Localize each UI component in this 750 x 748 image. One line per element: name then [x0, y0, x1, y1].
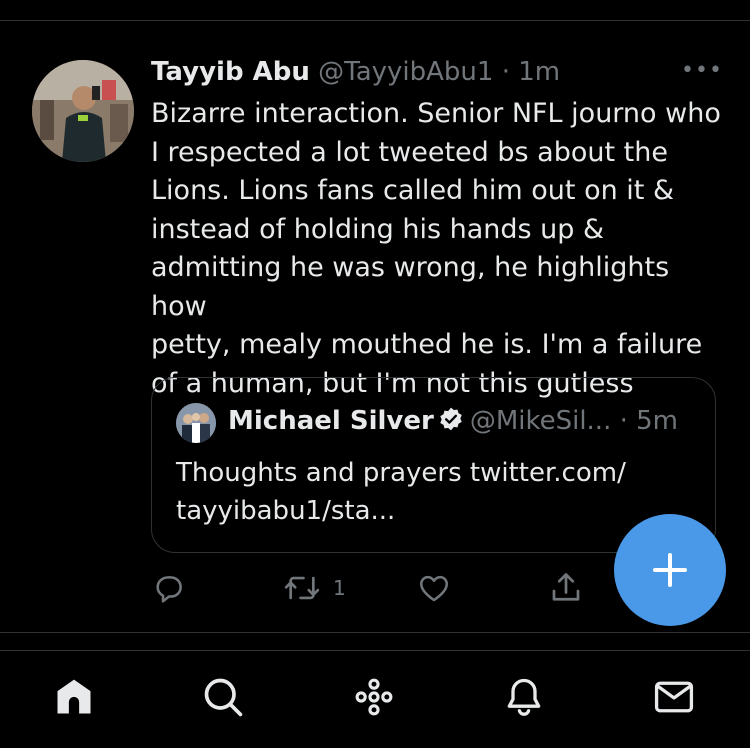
tweet-text-line: admitting he was wrong, he highlights ho…	[151, 252, 670, 322]
quote-text-line: Thoughts and prayers twitter.com/	[176, 458, 626, 488]
tweet-text-line: I respected a lot tweeted bs about the	[151, 136, 668, 168]
feed-divider	[0, 632, 750, 633]
nav-home[interactable]	[52, 675, 96, 719]
quote-header: Michael Silver @MikeSil... · 5m	[228, 406, 678, 439]
nav-divider	[0, 650, 750, 651]
quote-author-name: Michael Silver	[228, 406, 434, 436]
author-name[interactable]: Tayyib Abu	[151, 57, 310, 87]
retweet-icon	[284, 576, 320, 600]
home-icon	[57, 679, 91, 714]
heart-icon	[419, 575, 449, 602]
separator: ·	[501, 57, 510, 87]
nav-spaces[interactable]	[352, 675, 396, 719]
like-button[interactable]	[416, 570, 452, 606]
avatar-image	[32, 60, 134, 162]
tweet-text-line: Lions. Lions fans called him out on it &	[151, 175, 675, 206]
tweet-text: Bizarre interaction. Senior NFL journo w…	[151, 95, 731, 403]
quote-author-handle: @MikeSil...	[469, 406, 612, 436]
more-options-icon[interactable]: •••	[681, 58, 723, 83]
plus-icon	[653, 553, 687, 587]
tweet-text-line: petty, mealy mouthed he is. I'm a failur…	[151, 329, 703, 360]
retweet-button[interactable]: 1	[283, 570, 346, 606]
quoted-tweet[interactable]: Michael Silver @MikeSil... · 5m Thoughts …	[151, 377, 716, 553]
spaces-icon	[355, 678, 393, 716]
quote-avatar-image	[176, 403, 216, 443]
quote-time: 5m	[636, 406, 679, 436]
retweet-count: 1	[333, 576, 346, 600]
top-divider	[0, 20, 750, 21]
notifications-icon	[507, 678, 541, 716]
nav-messages[interactable]	[652, 675, 696, 719]
compose-button[interactable]	[614, 514, 726, 626]
messages-icon	[654, 681, 694, 713]
quote-text: Thoughts and prayers twitter.com/ tayyib…	[176, 454, 696, 530]
quote-text-line: tayyibabu1/sta...	[176, 496, 396, 526]
verified-badge-icon	[438, 406, 464, 439]
quote-avatar	[176, 403, 216, 443]
tweet-text-line: Bizarre interaction. Senior NFL journo w…	[151, 98, 721, 129]
tweet-text-line: instead of holding his hands up &	[151, 213, 605, 245]
nav-notifications[interactable]	[502, 675, 546, 719]
search-icon	[204, 678, 243, 717]
tweet-header: Tayyib Abu @TayyibAbu1 · 1m	[151, 57, 560, 87]
share-button[interactable]	[548, 570, 584, 606]
tweet-time[interactable]: 1m	[518, 57, 560, 87]
reply-button[interactable]	[152, 570, 186, 606]
author-handle[interactable]: @TayyibAbu1	[318, 57, 493, 87]
share-icon	[552, 573, 580, 601]
avatar[interactable]	[32, 60, 134, 162]
nav-search[interactable]	[201, 675, 245, 719]
reply-icon	[156, 576, 182, 603]
separator: ·	[619, 406, 628, 436]
